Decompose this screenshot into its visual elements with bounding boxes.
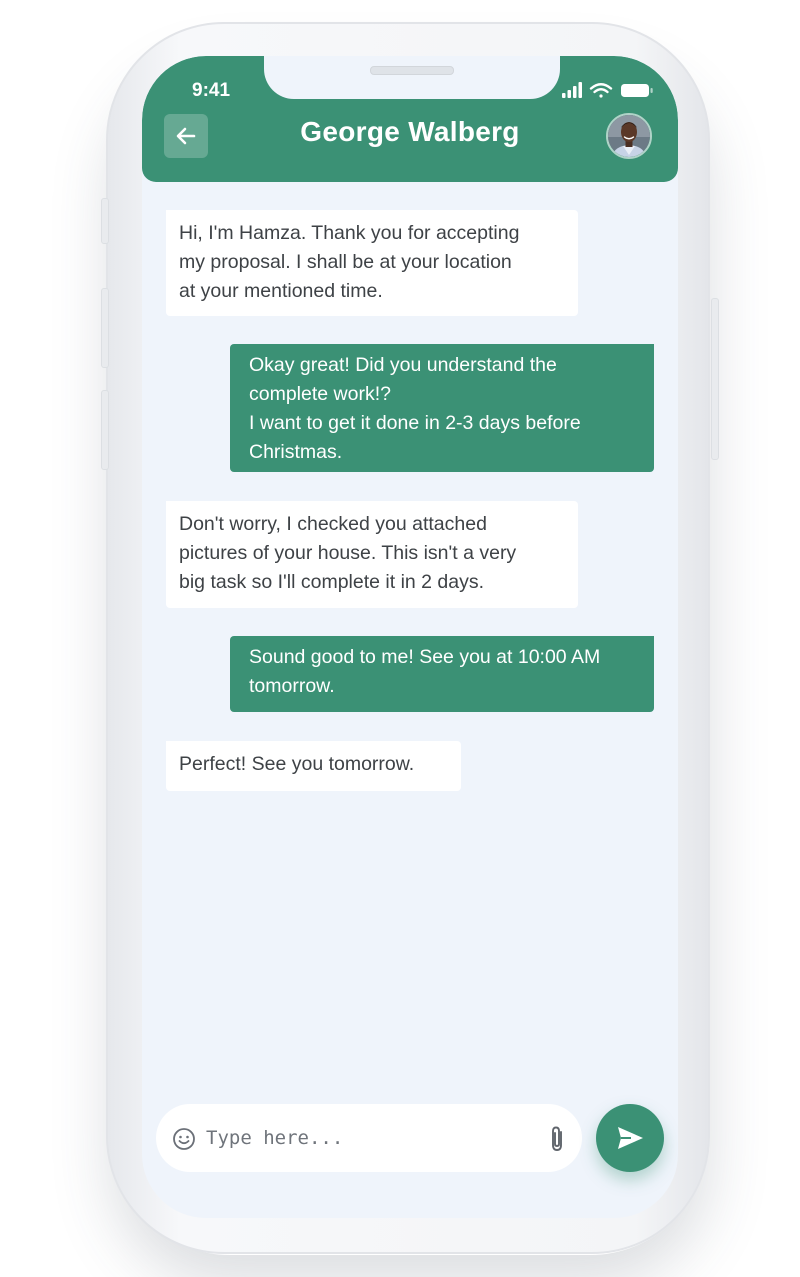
speaker-grille [370,66,454,75]
wifi-icon [589,83,613,98]
message-input[interactable] [206,1118,526,1158]
send-icon [618,1127,643,1149]
battery-icon [621,84,653,97]
message-incoming: Hi, I'm Hamza. Thank you for accepting m… [166,210,578,316]
message-outgoing: Sound good to me! See you at 10:00 AM to… [230,636,654,712]
message-outgoing: Okay great! Did you understand the compl… [230,344,654,472]
status-icons [562,82,653,98]
message-incoming: Perfect! See you tomorrow. [166,741,461,791]
message-text: Don't worry, I checked you attached pict… [179,513,517,593]
chat-screen: 9:41 George Walberg Hi, I'm Hamza. Thank… [142,56,678,1218]
message-text: Sound good to me! See you at 10:00 AM to… [249,646,601,697]
page: 9:41 George Walberg Hi, I'm Hamza. Thank… [0,0,800,1277]
phone-side-button [101,198,109,244]
message-text: Hi, I'm Hamza. Thank you for accepting m… [179,222,520,302]
message-composer [156,1104,582,1172]
phone-volume-up-button [101,288,109,368]
paperclip-icon[interactable] [546,1124,568,1154]
contact-name: George Walberg [300,116,520,147]
phone-power-button [711,298,719,460]
send-button[interactable] [596,1104,664,1172]
status-time: 9:41 [192,80,231,101]
contact-avatar[interactable] [606,113,652,159]
signal-icon [562,82,582,98]
message-text: Okay great! Did you understand the compl… [249,354,581,463]
phone-volume-down-button [101,390,109,470]
avatar-image [608,115,650,157]
message-incoming: Don't worry, I checked you attached pict… [166,501,578,608]
message-text: Perfect! See you tomorrow. [179,753,415,775]
notch [264,56,560,99]
smiley-icon[interactable] [172,1127,196,1151]
